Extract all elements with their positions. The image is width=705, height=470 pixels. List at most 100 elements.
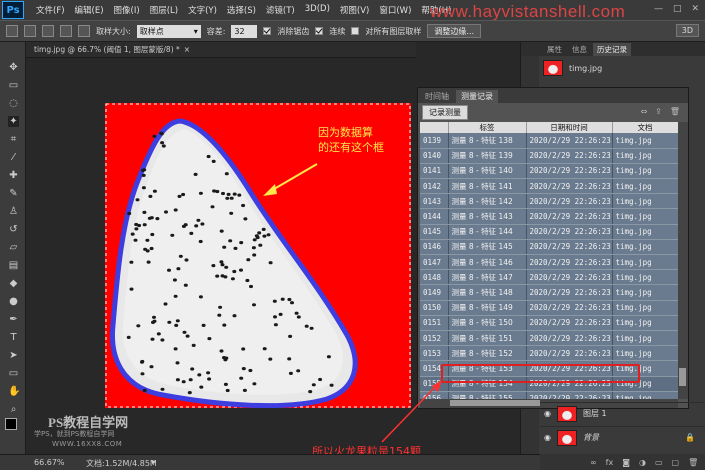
shape-tool-icon[interactable]: ▭ — [8, 368, 19, 379]
seed — [156, 332, 161, 336]
minimize-icon[interactable]: — — [654, 4, 663, 14]
clone-stamp-icon[interactable]: ♙ — [8, 206, 19, 217]
workspace-3d-button[interactable]: 3D — [675, 24, 699, 37]
zoom-tool-icon[interactable]: ⌕ — [8, 404, 19, 415]
seed — [136, 324, 141, 328]
add-selection-icon[interactable] — [42, 25, 54, 37]
tab-info[interactable]: 信息 — [568, 43, 591, 56]
link-icon[interactable]: ∞ — [590, 458, 597, 467]
menu-item[interactable]: 图层(L) — [150, 4, 178, 16]
menu-item[interactable]: 编辑(E) — [75, 4, 104, 16]
table-row[interactable]: 0143 测量 8 - 特征 142 2020/2/29 22:26:23 timg.… — [420, 193, 678, 210]
healing-brush-icon[interactable]: ✚ — [8, 170, 19, 181]
table-row[interactable]: 0142 测量 8 - 特征 141 2020/2/29 22:26:23 timg.… — [420, 178, 678, 195]
foreground-color-swatch[interactable] — [5, 418, 17, 430]
history-brush-icon[interactable]: ↺ — [8, 224, 19, 235]
pen-tool-icon[interactable]: ✒ — [8, 314, 19, 325]
tab-timeline[interactable]: 时间轴 — [420, 90, 454, 103]
document-tab[interactable]: timg.jpg @ 66.7% (阈值 1, 图层蒙版/8) * × — [26, 42, 416, 58]
path-selection-icon[interactable]: ➤ — [8, 350, 19, 361]
new-layer-icon[interactable]: ▢ — [672, 458, 680, 467]
table-row[interactable]: 0153 测量 8 - 特征 152 2020/2/29 22:26:23 timg.… — [420, 345, 678, 362]
vertical-scrollbar[interactable] — [678, 122, 688, 399]
gradient-tool-icon[interactable]: ▤ — [8, 260, 19, 271]
menu-item[interactable]: 视图(V) — [340, 4, 369, 16]
magic-wand-icon[interactable]: ✦ — [8, 116, 19, 127]
sample-size-select[interactable]: 取样点 ▾ — [136, 24, 201, 38]
dodge-tool-icon[interactable]: ● — [8, 296, 19, 307]
menu-item[interactable]: 滤镜(T) — [266, 4, 295, 16]
magic-wand-tool-icon[interactable] — [6, 25, 18, 37]
tab-history[interactable]: 历史记录 — [593, 43, 631, 56]
fx-icon[interactable]: fx — [606, 458, 614, 467]
close-icon[interactable]: ✕ — [691, 4, 699, 14]
seed — [220, 263, 225, 267]
select-all-icon[interactable]: ⇔ — [640, 107, 647, 116]
refine-edge-button[interactable]: 调整边缘... — [427, 24, 482, 38]
lasso-tool-icon[interactable]: ◌ — [8, 98, 19, 109]
table-row[interactable]: 0141 测量 8 - 特征 140 2020/2/29 22:26:23 timg.… — [420, 163, 678, 180]
tab-measurement-log[interactable]: 测量记录 — [456, 90, 498, 103]
scrollbar-thumb[interactable] — [679, 368, 686, 386]
tolerance-input[interactable]: 32 — [231, 24, 258, 38]
delete-icon[interactable]: 🗑 — [688, 458, 698, 467]
table-row[interactable]: 0144 测量 8 - 特征 143 2020/2/29 22:26:23 timg.… — [420, 208, 678, 225]
menu-item[interactable]: 窗口(W) — [379, 4, 411, 16]
new-selection-icon[interactable] — [24, 25, 36, 37]
table-row[interactable]: 0152 测量 8 - 特征 151 2020/2/29 22:26:23 timg.… — [420, 330, 678, 347]
eye-icon[interactable]: ◉ — [544, 409, 551, 418]
layer-row[interactable]: ◉ 图层 1 — [540, 402, 705, 424]
table-row[interactable]: 0148 测量 8 - 特征 147 2020/2/29 22:26:23 timg.… — [420, 269, 678, 286]
mask-icon[interactable]: ◙ — [622, 458, 630, 467]
table-row[interactable]: 0146 测量 8 - 特征 145 2020/2/29 22:26:23 timg.… — [420, 239, 678, 256]
column-header-id[interactable] — [420, 122, 449, 133]
zoom-level[interactable]: 66.67% — [34, 458, 65, 467]
scrollbar-thumb[interactable] — [450, 400, 540, 406]
folder-icon[interactable]: ▭ — [655, 458, 663, 467]
history-snapshot[interactable]: timg.jpg — [543, 60, 602, 76]
eyedropper-tool-icon[interactable]: ⁄ — [8, 152, 19, 163]
export-icon[interactable]: ⇪ — [655, 107, 662, 116]
table-row[interactable]: 0151 测量 8 - 特征 150 2020/2/29 22:26:23 timg.… — [420, 315, 678, 331]
eye-icon[interactable]: ◉ — [544, 433, 551, 442]
table-row[interactable]: 0156 测量 8 - 特征 155 2020/2/29 22:26:23 timg.… — [420, 391, 678, 399]
tab-properties[interactable]: 属性 — [543, 43, 566, 56]
record-measurements-button[interactable]: 记录测量 — [422, 105, 468, 120]
adjustment-icon[interactable]: ◑ — [639, 458, 646, 467]
hand-tool-icon[interactable]: ✋ — [8, 386, 20, 397]
eraser-tool-icon[interactable]: ▱ — [8, 242, 19, 253]
column-header-label[interactable]: 标签 — [448, 122, 527, 133]
table-row[interactable]: 0140 测量 8 - 特征 139 2020/2/29 22:26:23 timg.… — [420, 148, 678, 164]
table-row[interactable]: 0149 测量 8 - 特征 148 2020/2/29 22:26:23 timg.… — [420, 284, 678, 301]
layer-row[interactable]: ◉ 背景 🔒 — [540, 426, 705, 448]
menu-item[interactable]: 3D(D) — [305, 4, 330, 16]
column-header-document[interactable]: 文档 — [612, 122, 678, 133]
move-tool-icon[interactable]: ✥ — [8, 62, 19, 73]
menu-item[interactable]: 选择(S) — [227, 4, 256, 16]
maximize-icon[interactable]: □ — [673, 4, 682, 14]
antialias-checkbox[interactable] — [263, 27, 272, 35]
document-size-info[interactable]: 文档:1.52M/4.85M — [86, 458, 157, 469]
brush-tool-icon[interactable]: ✎ — [8, 188, 19, 199]
contiguous-checkbox[interactable] — [315, 27, 324, 35]
type-tool-icon[interactable]: T — [8, 332, 19, 343]
table-row[interactable]: 0150 测量 8 - 特征 149 2020/2/29 22:26:23 timg.… — [420, 300, 678, 316]
close-icon[interactable]: × — [184, 45, 190, 54]
table-row[interactable]: 0145 测量 8 - 特征 144 2020/2/29 22:26:23 timg.… — [420, 224, 678, 240]
menu-item[interactable]: 文字(Y) — [188, 4, 217, 16]
delete-icon[interactable]: 🗑 — [670, 107, 680, 116]
blur-tool-icon[interactable]: ◆ — [8, 278, 19, 289]
layer-name: 图层 1 — [582, 409, 607, 418]
menu-item[interactable]: 图像(I) — [114, 4, 140, 16]
column-header-datetime[interactable]: 日期和时间 — [526, 122, 613, 133]
sample-all-layers-checkbox[interactable] — [351, 27, 360, 35]
table-row[interactable]: 0147 测量 8 - 特征 146 2020/2/29 22:26:23 timg.… — [420, 254, 678, 271]
marquee-tool-icon[interactable]: ▭ — [8, 80, 19, 91]
subtract-selection-icon[interactable] — [60, 25, 72, 37]
menu-item[interactable]: 文件(F) — [36, 4, 65, 16]
table-row[interactable]: 0139 测量 8 - 特征 138 2020/2/29 22:26:23 timg.… — [420, 133, 678, 149]
chevron-right-icon[interactable]: ▸ — [152, 457, 156, 466]
intersect-selection-icon[interactable] — [78, 25, 90, 37]
options-bar: 取样大小: 取样点 ▾ 容差: 32 消除锯齿 连续 对所有图层取样 调整边缘..… — [0, 20, 705, 42]
crop-tool-icon[interactable]: ⌗ — [8, 134, 19, 145]
